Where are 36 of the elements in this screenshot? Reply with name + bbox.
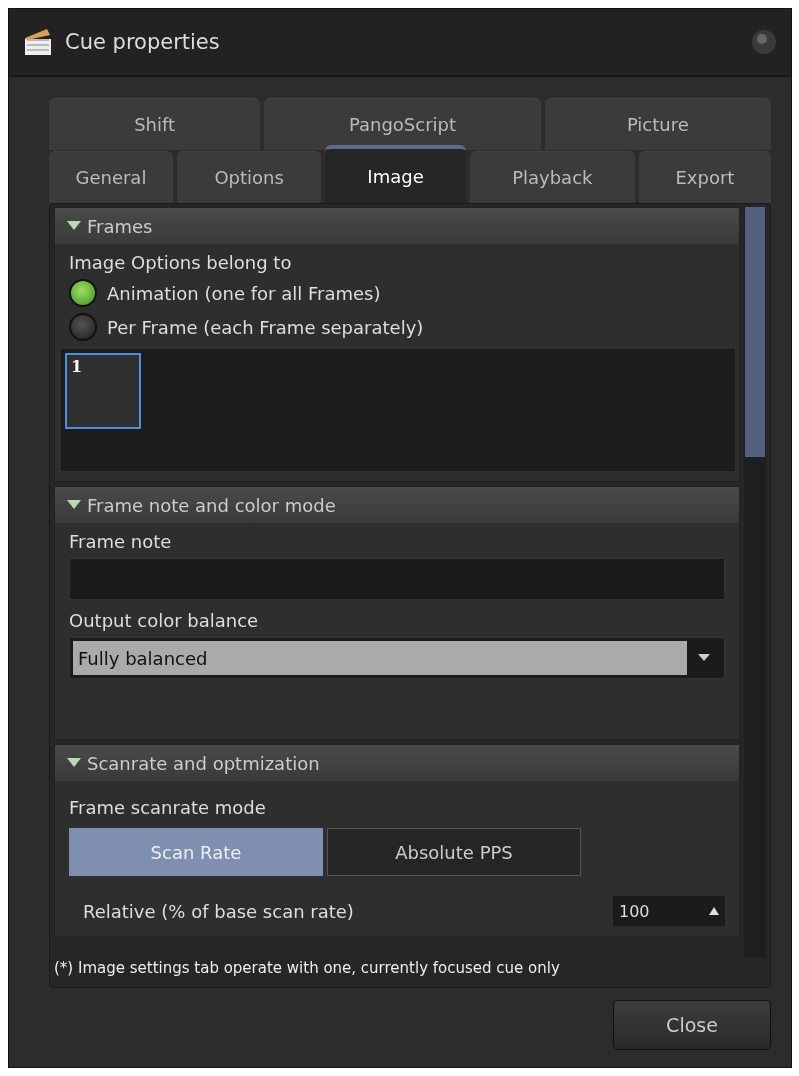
expand-triangle-icon <box>67 500 81 510</box>
radio-button[interactable] <box>69 279 97 307</box>
expand-triangle-icon <box>67 758 81 768</box>
section-header[interactable]: Frame note and color mode <box>55 487 739 523</box>
radio-label[interactable]: Per Frame (each Frame separately) <box>107 316 424 338</box>
window-orb-icon[interactable] <box>751 29 777 55</box>
tab[interactable]: PangoScript <box>264 98 541 150</box>
scanrate-mode-label: Frame scanrate mode <box>69 797 267 818</box>
radio-label[interactable]: Animation (one for all Frames) <box>107 282 381 304</box>
frame-note-field[interactable] <box>69 558 725 600</box>
relative-label: Relative (% of base scan rate) <box>83 900 354 922</box>
mode-toggle-button[interactable]: Absolute PPS <box>327 828 581 876</box>
tab[interactable]: Image <box>325 145 466 203</box>
tab[interactable]: Options <box>176 151 322 203</box>
tab[interactable]: General <box>49 151 173 203</box>
relative-spinbox[interactable]: 100 <box>613 896 725 926</box>
frame-note-label: Frame note <box>69 531 173 552</box>
expand-triangle-icon <box>67 221 81 231</box>
tab[interactable]: Shift <box>49 98 261 150</box>
scrollbar[interactable] <box>744 207 766 957</box>
section-header[interactable]: Frames <box>55 208 739 244</box>
window-title: Cue properties <box>65 30 221 54</box>
spin-up-icon <box>709 907 719 915</box>
tab[interactable]: Playback <box>469 151 635 203</box>
scrollbar-thumb[interactable] <box>745 207 765 457</box>
section-header[interactable]: Scanrate and optmization <box>55 745 739 781</box>
footnote: (*) Image settings tab operate with one, currently focused cue only <box>54 959 561 977</box>
clapperboard-icon <box>23 28 53 56</box>
close-button[interactable]: Close <box>613 1000 771 1050</box>
tab[interactable]: Picture <box>544 98 771 150</box>
frame-thumbnail[interactable]: 1 <box>65 353 141 429</box>
tab[interactable]: Export <box>638 151 771 203</box>
options-label: Image Options belong to <box>69 252 293 273</box>
color-balance-label: Output color balance <box>69 610 260 631</box>
radio-button[interactable] <box>69 313 97 341</box>
color-balance-dropdown[interactable]: Fully balanced <box>69 637 725 679</box>
